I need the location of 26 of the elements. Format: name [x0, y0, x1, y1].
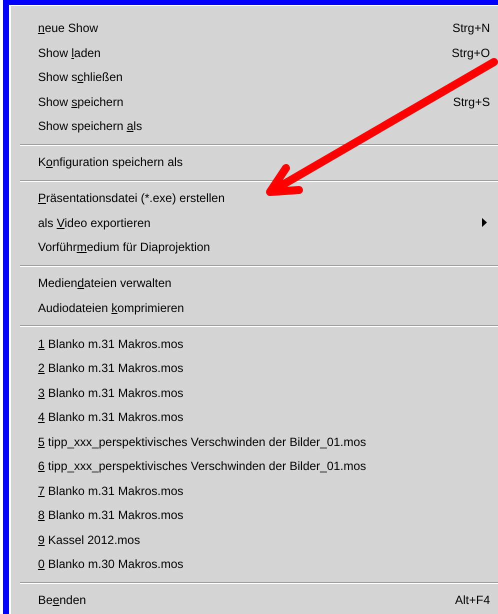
menu-item[interactable]: 1 Blanko m.31 Makros.mos — [38, 336, 184, 351]
menu-item[interactable]: Show speichern — [38, 94, 124, 109]
menu-item[interactable]: neue Show — [38, 21, 98, 36]
menu-item[interactable]: 7 Blanko m.31 Makros.mos — [38, 484, 184, 498]
menu-item[interactable]: Präsentationsdatei (*.exe) erstellen — [38, 191, 225, 206]
menu-item[interactable]: 9 Kassel 2012.mos — [38, 532, 140, 547]
shortcut-label: Strg+N — [452, 21, 490, 36]
menu-item[interactable]: Audiodateien komprimieren — [38, 300, 184, 315]
menu-item[interactable]: 3 Blanko m.31 Makros.mos — [38, 386, 184, 400]
menu-item[interactable]: 5 tipp_xxx_perspektivisches Verschwinden der Bilder_01.mos — [38, 434, 366, 449]
menu-item[interactable]: Vorführmedium für Diaprojektion — [38, 240, 210, 254]
shortcut-label: Alt+F4 — [454, 593, 490, 608]
shortcut-label: Strg+S — [452, 94, 490, 109]
menu-item[interactable]: Beenden — [38, 593, 86, 608]
menu-item[interactable]: Show speichern als — [38, 119, 142, 134]
menu-item[interactable]: 8 Blanko m.31 Makros.mos — [38, 508, 184, 522]
menu-item[interactable]: 4 Blanko m.31 Makros.mos — [38, 410, 184, 424]
menu-item[interactable]: als Video exportieren — [38, 216, 151, 230]
menu-item[interactable]: Konfiguration speichern als — [38, 155, 183, 170]
menu-item[interactable]: Mediendateien verwalten — [38, 276, 172, 290]
menu-item[interactable]: Show schließen — [38, 70, 123, 84]
menu-item[interactable]: 6 tipp_xxx_perspektivisches Verschwinden der Bilder_01.mos — [38, 459, 366, 474]
menu-item[interactable]: 2 Blanko m.31 Makros.mos — [38, 361, 184, 376]
menu-item[interactable]: Show laden — [38, 46, 101, 60]
menu-item[interactable]: 0 Blanko m.30 Makros.mos — [38, 557, 184, 572]
shortcut-label: Strg+O — [452, 46, 490, 60]
